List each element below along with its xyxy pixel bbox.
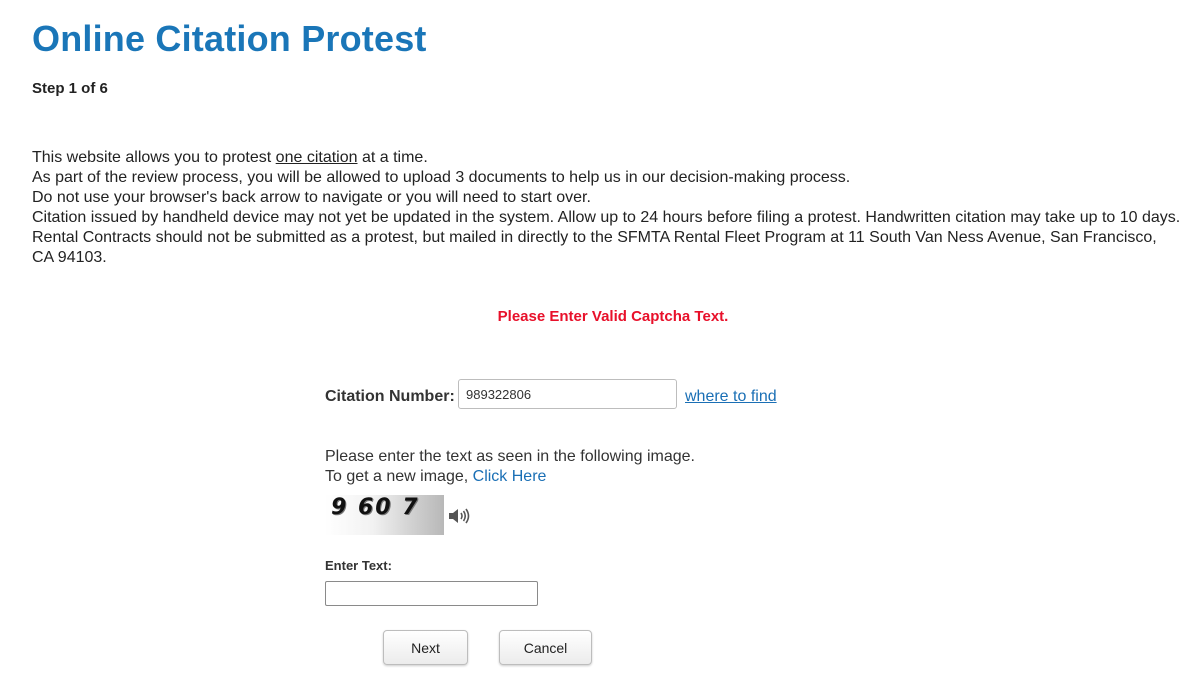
citation-protest-page: Online Citation Protest Step 1 of 6 This…: [0, 0, 1200, 677]
intro-text: This website allows you to protest one c…: [32, 148, 1182, 268]
intro-line-1-after: at a time.: [357, 149, 428, 166]
next-button[interactable]: Next: [383, 630, 468, 665]
intro-line-4: Citation issued by handheld device may n…: [32, 209, 1181, 226]
captcha-error-message: Please Enter Valid Captcha Text.: [497, 308, 729, 325]
intro-line-2: As part of the review process, you will …: [32, 169, 851, 186]
captcha-text-input[interactable]: [325, 581, 538, 606]
captcha-instruction-line-1: Please enter the text as seen in the fol…: [325, 448, 695, 465]
where-to-find-link[interactable]: where to find: [685, 388, 777, 406]
intro-line-1: This website allows you to protest one c…: [32, 148, 1182, 168]
intro-line-3: Do not use your browser's back arrow to …: [32, 189, 591, 206]
step-indicator: Step 1 of 6: [32, 80, 108, 97]
captcha-instruction-line-2-text: To get a new image,: [325, 468, 473, 485]
intro-line-5: Rental Contracts should not be submitted…: [32, 229, 1157, 266]
cancel-button[interactable]: Cancel: [499, 630, 592, 665]
captcha-image: 9 60 7: [325, 495, 444, 535]
citation-number-input[interactable]: [458, 379, 677, 409]
enter-text-label: Enter Text:: [325, 558, 392, 573]
page-title: Online Citation Protest: [32, 18, 427, 59]
citation-number-label: Citation Number:: [325, 388, 455, 405]
speaker-icon[interactable]: [447, 506, 471, 526]
new-image-link[interactable]: Click Here: [473, 468, 547, 485]
intro-line-1-before: This website allows you to protest: [32, 149, 276, 166]
one-citation-emphasis: one citation: [275, 149, 358, 166]
captcha-instructions: Please enter the text as seen in the fol…: [325, 447, 695, 487]
captcha-instruction-line-2: To get a new image, Click Here: [325, 467, 695, 487]
captcha-image-text: 9 60 7: [331, 495, 420, 520]
